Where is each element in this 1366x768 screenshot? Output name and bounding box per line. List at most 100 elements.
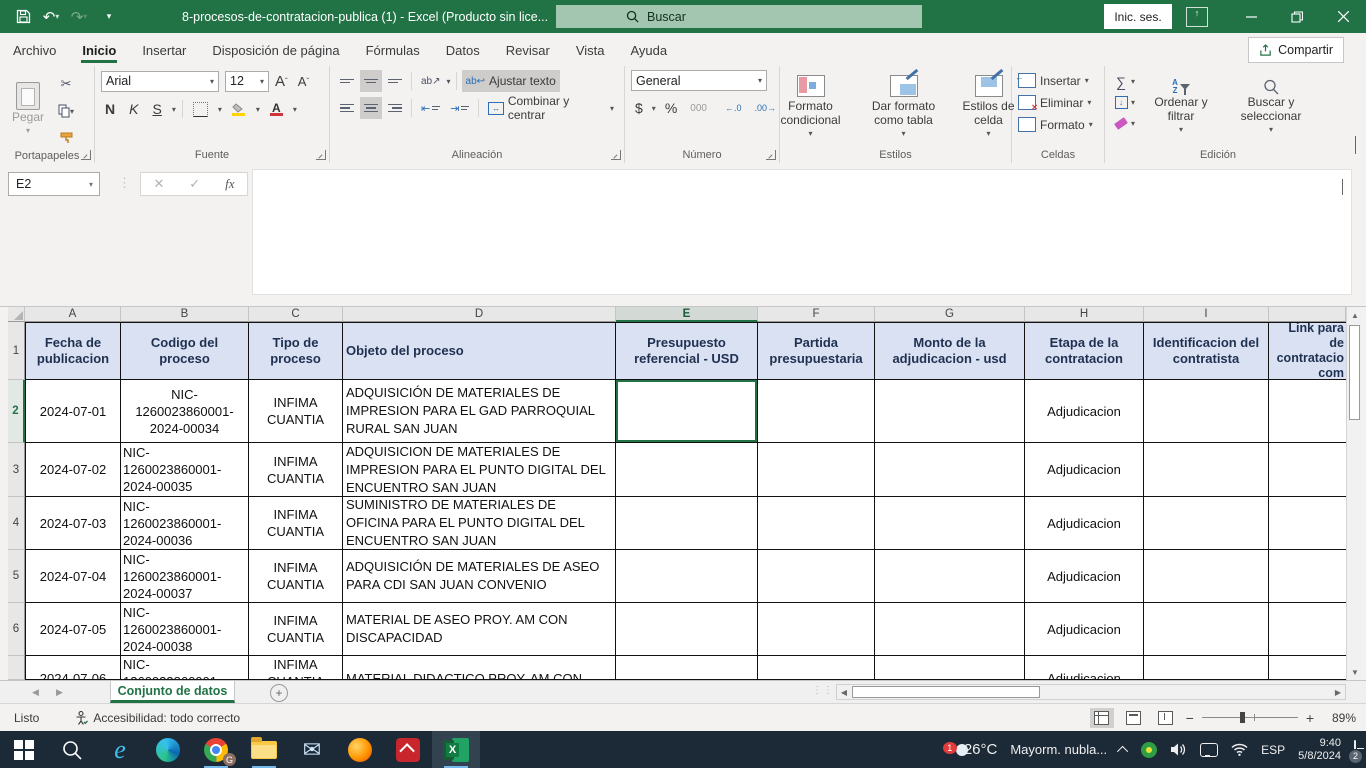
sign-in-button[interactable]: Inic. ses. bbox=[1104, 4, 1172, 29]
notification-center-icon[interactable]: 2 bbox=[1354, 741, 1356, 759]
taskbar-search-button[interactable] bbox=[48, 731, 96, 768]
italic-button[interactable]: K bbox=[125, 98, 142, 120]
align-center-icon[interactable] bbox=[360, 97, 382, 119]
internet-explorer-button[interactable]: e bbox=[96, 731, 144, 768]
header-cell-i1[interactable]: Identificacion del contratista bbox=[1144, 322, 1269, 380]
cell-h7[interactable]: Adjudicacion bbox=[1025, 656, 1144, 680]
cell-b2[interactable]: NIC-1260023860001-2024-00034 bbox=[121, 380, 249, 443]
row-header-5[interactable]: 5 bbox=[8, 550, 25, 603]
cell-a5[interactable]: 2024-07-04 bbox=[25, 550, 121, 603]
cell-h6[interactable]: Adjudicacion bbox=[1025, 603, 1144, 656]
cell-d7[interactable]: MATERIAL DIDACTICO PROY. AM CON bbox=[343, 656, 616, 680]
cell-c2[interactable]: INFIMA CUANTIA bbox=[249, 380, 343, 443]
insert-cells-button[interactable]: Insertar▾ bbox=[1018, 71, 1098, 90]
cell-g5[interactable] bbox=[875, 550, 1025, 603]
horizontal-scrollbar[interactable]: ◀ ▶ bbox=[836, 684, 1346, 700]
tab-inicio[interactable]: Inicio bbox=[69, 35, 129, 65]
header-cell-e1[interactable]: Presupuesto referencial - USD bbox=[616, 322, 758, 380]
comma-format-icon[interactable]: 000 bbox=[686, 97, 711, 119]
align-bottom-icon[interactable] bbox=[384, 70, 406, 92]
cell-i6[interactable] bbox=[1144, 603, 1269, 656]
cell-b3[interactable]: NIC-1260023860001-2024-00035 bbox=[121, 443, 249, 497]
wrap-text-button[interactable]: ab↩ Ajustar texto bbox=[462, 70, 560, 92]
tab-datos[interactable]: Datos bbox=[433, 35, 493, 65]
cell-f3[interactable] bbox=[758, 443, 875, 497]
formula-input[interactable] bbox=[252, 169, 1352, 295]
titlebar-search-box[interactable]: Buscar bbox=[556, 5, 922, 28]
find-select-button[interactable]: Buscar y seleccionar ▾ bbox=[1227, 70, 1315, 146]
increase-decimal-icon[interactable]: ←.0 bbox=[721, 97, 746, 119]
enter-icon[interactable]: ✓ bbox=[189, 176, 200, 192]
acrobat-button[interactable] bbox=[384, 731, 432, 768]
fill-icon[interactable]: ↓▾ bbox=[1111, 93, 1135, 112]
orientation-icon[interactable]: ab↗ bbox=[417, 70, 445, 92]
sort-filter-button[interactable]: AZ Ordenar y filtrar ▾ bbox=[1143, 70, 1219, 146]
align-left-icon[interactable] bbox=[336, 97, 358, 119]
tab-insertar[interactable]: Insertar bbox=[129, 35, 199, 65]
insert-function-icon[interactable]: fx bbox=[225, 176, 234, 192]
increase-font-icon[interactable]: Aˆ bbox=[271, 70, 292, 92]
chrome-button[interactable]: G bbox=[192, 731, 240, 768]
cell-e5[interactable] bbox=[616, 550, 758, 603]
cell-h2[interactable]: Adjudicacion bbox=[1025, 380, 1144, 443]
number-dialog-launcher[interactable] bbox=[766, 150, 776, 160]
collapse-formula-bar-icon[interactable] bbox=[1342, 180, 1343, 195]
cell-i7[interactable] bbox=[1144, 656, 1269, 680]
row-header-2[interactable]: 2 bbox=[8, 380, 25, 443]
cell-a3[interactable]: 2024-07-02 bbox=[25, 443, 121, 497]
cell-a6[interactable]: 2024-07-05 bbox=[25, 603, 121, 656]
header-cell-g1[interactable]: Monto de la adjudicacion - usd bbox=[875, 322, 1025, 380]
cell-f2[interactable] bbox=[758, 380, 875, 443]
cell-c6[interactable]: INFIMA CUANTIA bbox=[249, 603, 343, 656]
cell-i4[interactable] bbox=[1144, 497, 1269, 550]
cell-c7[interactable]: INFIMA CUANTIA bbox=[249, 656, 343, 680]
row-header-4[interactable]: 4 bbox=[8, 497, 25, 550]
cell-c5[interactable]: INFIMA CUANTIA bbox=[249, 550, 343, 603]
next-sheet-icon[interactable]: ▶ bbox=[56, 687, 63, 698]
cell-f7[interactable] bbox=[758, 656, 875, 680]
percent-format-icon[interactable]: % bbox=[661, 97, 681, 119]
cell-e7[interactable] bbox=[616, 656, 758, 680]
edge-button[interactable] bbox=[144, 731, 192, 768]
cell-c3[interactable]: INFIMA CUANTIA bbox=[249, 443, 343, 497]
row-header-6[interactable]: 6 bbox=[8, 603, 25, 656]
cell-e3[interactable] bbox=[616, 443, 758, 497]
cell-f6[interactable] bbox=[758, 603, 875, 656]
tab-revisar[interactable]: Revisar bbox=[493, 35, 563, 65]
zoom-in-icon[interactable]: + bbox=[1306, 710, 1314, 726]
cell-g7[interactable] bbox=[875, 656, 1025, 680]
tab-formulas[interactable]: Fórmulas bbox=[353, 35, 433, 65]
autosum-icon[interactable]: ∑▾ bbox=[1111, 72, 1135, 91]
show-hidden-icons-chevron[interactable] bbox=[1117, 745, 1128, 756]
fill-color-icon[interactable] bbox=[228, 98, 250, 120]
header-cell-c1[interactable]: Tipo de proceso bbox=[249, 322, 343, 380]
cell-h5[interactable]: Adjudicacion bbox=[1025, 550, 1144, 603]
redo-icon[interactable]: ↷▾ bbox=[66, 4, 92, 30]
normal-view-icon[interactable] bbox=[1090, 708, 1114, 728]
tab-ayuda[interactable]: Ayuda bbox=[618, 35, 681, 65]
column-header-h[interactable]: H bbox=[1025, 307, 1144, 322]
column-header-c[interactable]: C bbox=[249, 307, 343, 322]
cell-i5[interactable] bbox=[1144, 550, 1269, 603]
zoom-slider-thumb[interactable] bbox=[1240, 712, 1245, 723]
select-all-button[interactable] bbox=[8, 307, 25, 322]
header-cell-b1[interactable]: Codigo del proceso bbox=[121, 322, 249, 380]
touch-keyboard-icon[interactable] bbox=[1200, 743, 1218, 757]
collapse-ribbon-icon[interactable] bbox=[1355, 137, 1356, 155]
close-button[interactable] bbox=[1320, 0, 1366, 33]
number-format-combo[interactable]: General▾ bbox=[631, 70, 767, 91]
horizontal-scroll-thumb[interactable] bbox=[852, 686, 1040, 698]
cell-h4[interactable]: Adjudicacion bbox=[1025, 497, 1144, 550]
tab-scroll-splitter[interactable]: ⋮⋮ bbox=[812, 685, 834, 696]
cell-a2[interactable]: 2024-07-01 bbox=[25, 380, 121, 443]
undo-icon[interactable]: ↶▾ bbox=[38, 4, 64, 30]
share-button[interactable]: Compartir bbox=[1248, 37, 1344, 63]
align-right-icon[interactable] bbox=[384, 97, 406, 119]
cell-b5[interactable]: NIC-1260023860001-2024-00037 bbox=[121, 550, 249, 603]
cell-g6[interactable] bbox=[875, 603, 1025, 656]
font-name-combo[interactable]: Arial▾ bbox=[101, 71, 219, 92]
cell-j6[interactable] bbox=[1269, 603, 1346, 656]
volume-icon[interactable] bbox=[1170, 742, 1187, 757]
font-color-icon[interactable]: A bbox=[266, 98, 287, 120]
zoom-level[interactable]: 89% bbox=[1322, 711, 1356, 725]
